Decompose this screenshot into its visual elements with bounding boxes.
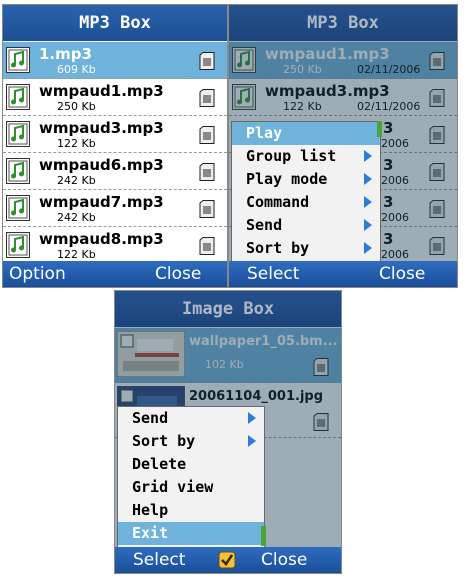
sim-card-icon bbox=[199, 89, 215, 107]
file-row[interactable]: wmpaud7.mp3 242 Kb bbox=[3, 190, 227, 227]
submenu-arrow-icon bbox=[364, 196, 372, 208]
menu-item-label: Help bbox=[132, 501, 169, 519]
menu-item-play[interactable]: Play bbox=[232, 122, 380, 145]
dim-overlay-title bbox=[229, 5, 457, 41]
menu-item-send[interactable]: Send bbox=[232, 214, 380, 237]
file-name: wmpaud7.mp3 bbox=[39, 193, 164, 211]
submenu-arrow-icon bbox=[364, 219, 372, 231]
softkey-bar: Select Close bbox=[115, 547, 341, 573]
submenu-arrow-icon bbox=[364, 150, 372, 162]
file-row[interactable]: wmpaud3.mp3 122 Kb bbox=[3, 116, 227, 153]
sim-card-icon bbox=[199, 237, 215, 255]
submenu-arrow-icon bbox=[364, 173, 372, 185]
option-menu: Send Sort by Delete Grid view Help Exit bbox=[117, 406, 265, 548]
menu-item-send[interactable]: Send bbox=[118, 407, 264, 430]
menu-item-label: Play mode bbox=[246, 170, 328, 188]
menu-item-play-mode[interactable]: Play mode bbox=[232, 168, 380, 191]
check-icon[interactable] bbox=[218, 551, 236, 569]
file-row[interactable]: wmpaud1.mp3 250 Kb bbox=[3, 79, 227, 116]
file-name: wmpaud8.mp3 bbox=[39, 230, 164, 248]
menu-item-label: Command bbox=[246, 193, 310, 211]
menu-item-grid-view[interactable]: Grid view bbox=[118, 476, 264, 499]
file-row[interactable]: wmpaud8.mp3 122 Kb bbox=[3, 227, 227, 264]
softkey-bar: Option Close bbox=[3, 261, 227, 287]
menu-item-sort-by[interactable]: Sort by bbox=[118, 430, 264, 453]
file-name: wmpaud6.mp3 bbox=[39, 156, 164, 174]
sim-card-icon bbox=[199, 200, 215, 218]
submenu-arrow-icon bbox=[248, 435, 256, 447]
menu-scrollbar[interactable] bbox=[261, 526, 266, 546]
menu-item-label: Grid view bbox=[132, 478, 214, 496]
file-name: wmpaud3.mp3 bbox=[39, 119, 164, 137]
close-softkey[interactable]: Close bbox=[379, 264, 425, 284]
file-name: 1.mp3 bbox=[39, 45, 92, 63]
select-softkey[interactable]: Select bbox=[133, 550, 185, 570]
menu-item-help[interactable]: Help bbox=[118, 499, 264, 522]
menu-item-group-list[interactable]: Group list bbox=[232, 145, 380, 168]
close-softkey[interactable]: Close bbox=[155, 264, 201, 284]
menu-item-label: Send bbox=[246, 216, 283, 234]
image-box-screen: Image Box wallpaper1_05.bm... 102 Kb 200… bbox=[114, 290, 342, 574]
menu-item-label: Sort by bbox=[132, 432, 196, 450]
mp3-box-screen-left: MP3 Box 1.mp3 609 Kb wmpaud1.mp3 250 Kb bbox=[2, 4, 228, 288]
mp3-box-screen-right: MP3 Box wmpaud1.mp3 250 Kb 02/11/2006 wm… bbox=[228, 4, 458, 288]
file-name: wmpaud1.mp3 bbox=[39, 82, 164, 100]
music-file-icon bbox=[6, 121, 30, 147]
menu-item-label: Delete bbox=[132, 455, 187, 473]
sim-card-icon bbox=[199, 52, 215, 70]
option-softkey[interactable]: Option bbox=[9, 264, 66, 284]
file-row[interactable]: 1.mp3 609 Kb bbox=[3, 42, 227, 79]
option-menu: Play Group list Play mode Command Send S… bbox=[231, 121, 381, 263]
select-softkey[interactable]: Select bbox=[247, 264, 299, 284]
file-row[interactable]: wmpaud6.mp3 242 Kb bbox=[3, 153, 227, 190]
music-file-icon bbox=[6, 195, 30, 221]
music-file-icon bbox=[6, 232, 30, 258]
menu-item-delete[interactable]: Delete bbox=[118, 453, 264, 476]
music-file-icon bbox=[6, 47, 30, 73]
screen-title: MP3 Box bbox=[3, 5, 227, 41]
file-size: 242 Kb bbox=[57, 174, 96, 187]
file-size: 122 Kb bbox=[57, 137, 96, 150]
menu-item-label: Exit bbox=[132, 524, 169, 542]
sim-card-icon bbox=[199, 126, 215, 144]
music-file-icon bbox=[6, 84, 30, 110]
file-size: 242 Kb bbox=[57, 211, 96, 224]
file-size: 122 Kb bbox=[57, 248, 96, 261]
menu-item-label: Play bbox=[246, 124, 283, 142]
menu-item-exit[interactable]: Exit bbox=[118, 522, 264, 545]
submenu-arrow-icon bbox=[364, 242, 372, 254]
menu-scrollbar[interactable] bbox=[377, 121, 382, 137]
menu-item-label: Sort by bbox=[246, 239, 310, 257]
menu-item-sort-by[interactable]: Sort by bbox=[232, 237, 380, 260]
submenu-arrow-icon bbox=[248, 412, 256, 424]
menu-item-label: Send bbox=[132, 409, 169, 427]
dim-overlay-title bbox=[115, 291, 341, 327]
music-file-icon bbox=[6, 158, 30, 184]
file-size: 609 Kb bbox=[57, 63, 96, 76]
close-softkey[interactable]: Close bbox=[261, 550, 307, 570]
menu-item-command[interactable]: Command bbox=[232, 191, 380, 214]
softkey-bar: Select Close bbox=[229, 261, 457, 287]
menu-item-label: Group list bbox=[246, 147, 337, 165]
file-size: 250 Kb bbox=[57, 100, 96, 113]
sim-card-icon bbox=[199, 163, 215, 181]
